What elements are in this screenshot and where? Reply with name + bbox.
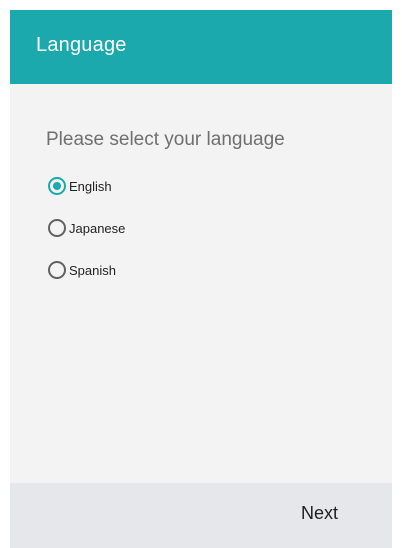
radio-unchecked-icon[interactable]: [48, 261, 66, 279]
radio-label-english[interactable]: English: [69, 179, 112, 194]
language-radio-group: English Japanese Spanish: [48, 173, 125, 299]
bottom-bar: Next: [10, 483, 392, 548]
language-screen: Language Please select your language Eng…: [10, 10, 392, 548]
radio-unchecked-icon[interactable]: [48, 219, 66, 237]
radio-label-japanese[interactable]: Japanese: [69, 221, 125, 236]
language-prompt: Please select your language: [46, 129, 285, 150]
radio-option-spanish[interactable]: Spanish: [48, 257, 125, 283]
page-title: Language: [36, 34, 127, 56]
radio-checked-icon[interactable]: [48, 177, 66, 195]
radio-option-japanese[interactable]: Japanese: [48, 215, 125, 241]
app-bar: Language: [10, 10, 392, 84]
radio-option-english[interactable]: English: [48, 173, 125, 199]
radio-label-spanish[interactable]: Spanish: [69, 263, 116, 278]
next-button[interactable]: Next: [301, 503, 338, 524]
language-content: Please select your language English Japa…: [10, 84, 392, 483]
